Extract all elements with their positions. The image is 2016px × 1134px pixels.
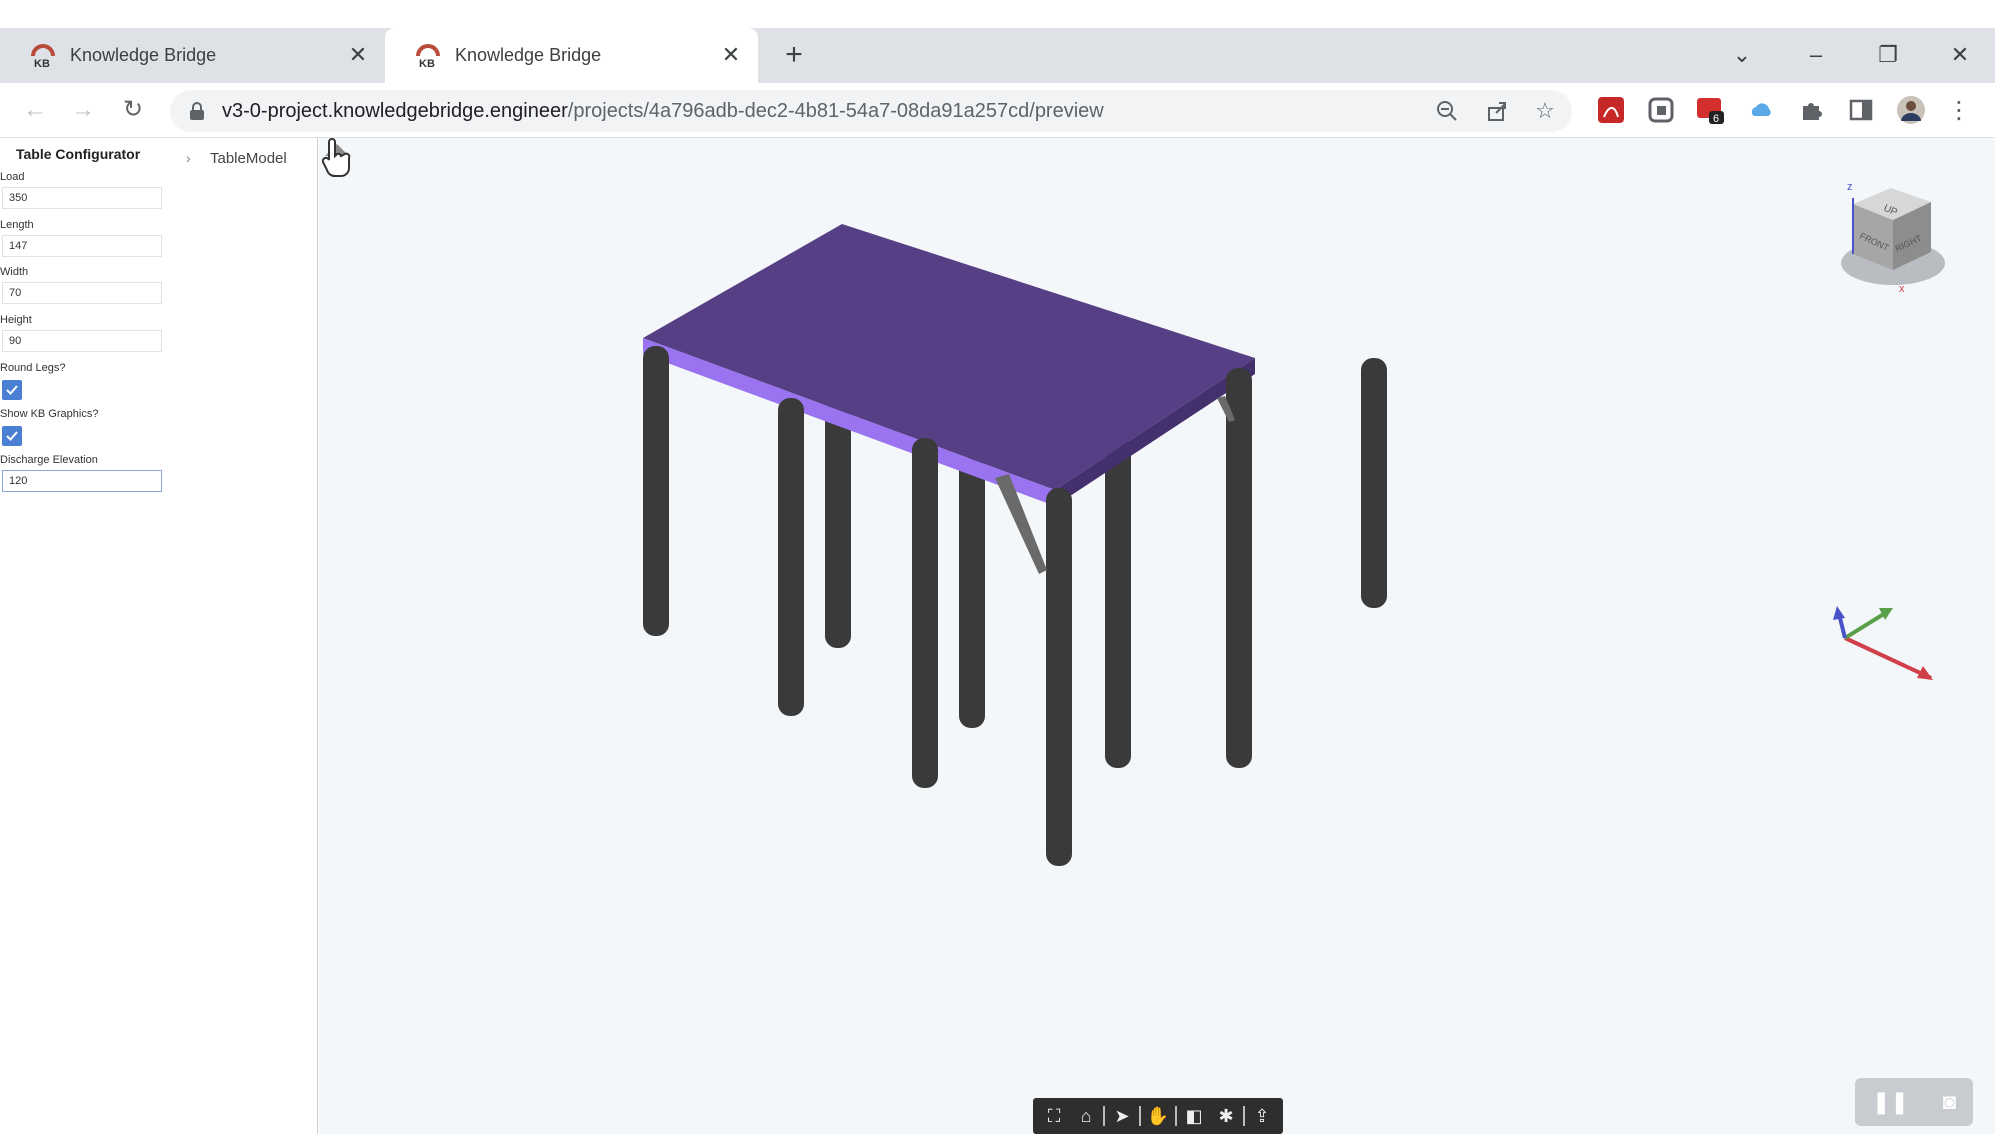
close-window-icon[interactable]: ✕ (1940, 38, 1980, 72)
kb-favicon-icon: KB (415, 43, 441, 69)
viewcube-z-label: z (1847, 181, 1853, 193)
select-pointer-icon[interactable]: ➤ (1107, 1101, 1137, 1131)
kb-favicon-text: KB (419, 58, 435, 69)
kb-favicon-text: KB (34, 58, 50, 69)
export-icon[interactable]: ⇪ (1247, 1101, 1277, 1131)
bookmark-star-icon[interactable]: ☆ (1530, 96, 1560, 126)
reload-icon[interactable]: ↻ (114, 91, 152, 129)
axis-triad (1833, 606, 1933, 680)
show-kb-graphics-checkbox[interactable] (2, 426, 22, 446)
table-leg (778, 398, 804, 716)
forward-arrow-icon[interactable]: → (64, 91, 102, 129)
table-leg (1226, 368, 1252, 768)
table-leg (825, 398, 851, 648)
tabletop (643, 224, 1255, 490)
toolbar-separator (1139, 1106, 1141, 1126)
tab-title: Knowledge Bridge (455, 45, 602, 65)
pan-hand-icon[interactable]: ✋ (1143, 1101, 1173, 1131)
field-label-width: Width (0, 266, 29, 278)
tab-knowledge-bridge-1[interactable]: KB Knowledge Bridge ✕ (0, 28, 385, 83)
field-label-show-kb-graphics: Show KB Graphics? (0, 408, 99, 420)
kb-favicon-icon: KB (30, 43, 56, 69)
length-input[interactable]: 147 (2, 235, 162, 257)
restore-icon[interactable]: ❐ (1868, 38, 1908, 72)
viewcube-x-label: x (1899, 283, 1905, 295)
extension-red-icon[interactable]: 6 (1696, 95, 1726, 125)
viewer-corner-controls: ❚❚ ◙ (1855, 1078, 1973, 1126)
url-path: /projects/4a796adb-dec2-4b81-54a7-08da91… (567, 100, 1104, 122)
tab-strip: KB Knowledge Bridge ✕ KB Knowledge Bridg… (0, 28, 1995, 83)
configurator-panel: Table Configurator › TableModel Load 350… (0, 138, 318, 1134)
field-label-discharge-elevation: Discharge Elevation (0, 454, 98, 466)
tab-knowledge-bridge-2[interactable]: KB Knowledge Bridge ✕ (385, 28, 758, 83)
toolbar-separator (1175, 1106, 1177, 1126)
breadcrumb-table-model[interactable]: TableModel (210, 150, 287, 167)
minimize-icon[interactable]: – (1796, 38, 1836, 72)
explode-icon[interactable]: ✱ (1211, 1101, 1241, 1131)
z-axis-arrowhead (1833, 606, 1845, 620)
checkmark-icon (6, 431, 18, 441)
url-text[interactable]: v3-0-project.knowledgebridge.engineer/pr… (222, 90, 1104, 132)
close-tab-icon[interactable]: ✕ (718, 42, 744, 68)
panel-title: Table Configurator (16, 146, 141, 162)
profile-avatar[interactable] (1896, 95, 1926, 125)
acrobat-extension-icon[interactable] (1596, 95, 1626, 125)
pause-icon[interactable]: ❚❚ (1872, 1089, 1909, 1115)
browser-menu-icon[interactable]: ⋮ (1944, 95, 1974, 125)
table-leg (1105, 438, 1131, 768)
3d-viewer[interactable]: UP FRONT RIGHT z x ⛶ ⌂ ➤ ✋ ◧ ✱ ⇪ ❚❚ ◙ (319, 138, 1995, 1134)
field-label-height: Height (0, 314, 32, 326)
back-arrow-icon[interactable]: ← (16, 91, 54, 129)
table-leg (1361, 358, 1387, 608)
table-leg (643, 346, 669, 636)
browser-toolbar: ← → ↻ v3-0-project.knowledgebridge.engin… (0, 83, 1995, 138)
table-leg (959, 458, 985, 728)
url-host: v3-0-project.knowledgebridge.engineer (222, 100, 568, 122)
extension-badge-count: 6 (1713, 113, 1719, 125)
zoom-out-icon[interactable] (1432, 96, 1462, 126)
extension-reader-icon[interactable] (1646, 95, 1676, 125)
toolbar-separator (1103, 1106, 1105, 1126)
views-cube-icon[interactable]: ◧ (1179, 1101, 1209, 1131)
table-leg (912, 438, 938, 788)
fit-view-icon[interactable]: ⛶ (1039, 1101, 1069, 1131)
width-input[interactable]: 70 (2, 282, 162, 304)
app-page: Table Configurator › TableModel Load 350… (0, 138, 1995, 1134)
lock-icon[interactable] (188, 101, 206, 121)
address-bar[interactable]: v3-0-project.knowledgebridge.engineer/pr… (170, 90, 1572, 132)
table-model[interactable] (643, 224, 1387, 866)
checkmark-icon (6, 385, 18, 395)
hand-cursor-icon (321, 138, 351, 177)
viewer-canvas[interactable]: UP FRONT RIGHT z x (319, 138, 1995, 1134)
field-label-load: Load (0, 171, 25, 183)
toolbar-separator (1243, 1106, 1245, 1126)
close-tab-icon[interactable]: ✕ (345, 42, 371, 68)
home-view-icon[interactable]: ⌂ (1071, 1101, 1101, 1131)
field-label-length: Length (0, 219, 34, 231)
viewer-toolbar: ⛶ ⌂ ➤ ✋ ◧ ✱ ⇪ (1033, 1098, 1283, 1134)
side-panel-icon[interactable] (1846, 95, 1876, 125)
tab-search-chevron-icon[interactable]: ⌄ (1722, 38, 1762, 72)
viewcube[interactable]: UP FRONT RIGHT z x (1841, 181, 1945, 295)
browser-window: KB Knowledge Bridge ✕ KB Knowledge Bridg… (0, 0, 2016, 1134)
tab-title: Knowledge Bridge (70, 45, 217, 65)
y-axis-arrow (1843, 610, 1889, 640)
x-axis-arrow (1844, 636, 1932, 680)
new-tab-icon[interactable]: + (778, 40, 810, 72)
screenshot-icon[interactable]: ◙ (1943, 1089, 1956, 1115)
extensions-puzzle-icon[interactable] (1796, 95, 1826, 125)
load-input[interactable]: 350 (2, 187, 162, 209)
share-icon[interactable] (1482, 96, 1512, 126)
cloud-extension-icon[interactable] (1746, 95, 1776, 125)
table-leg (1046, 488, 1072, 866)
height-input[interactable]: 90 (2, 330, 162, 352)
window-edge (1995, 0, 2016, 1134)
chevron-right-icon: › (186, 150, 191, 166)
round-legs-checkbox[interactable] (2, 380, 22, 400)
field-label-round-legs: Round Legs? (0, 362, 66, 374)
discharge-elevation-input[interactable]: 120 (2, 470, 162, 492)
